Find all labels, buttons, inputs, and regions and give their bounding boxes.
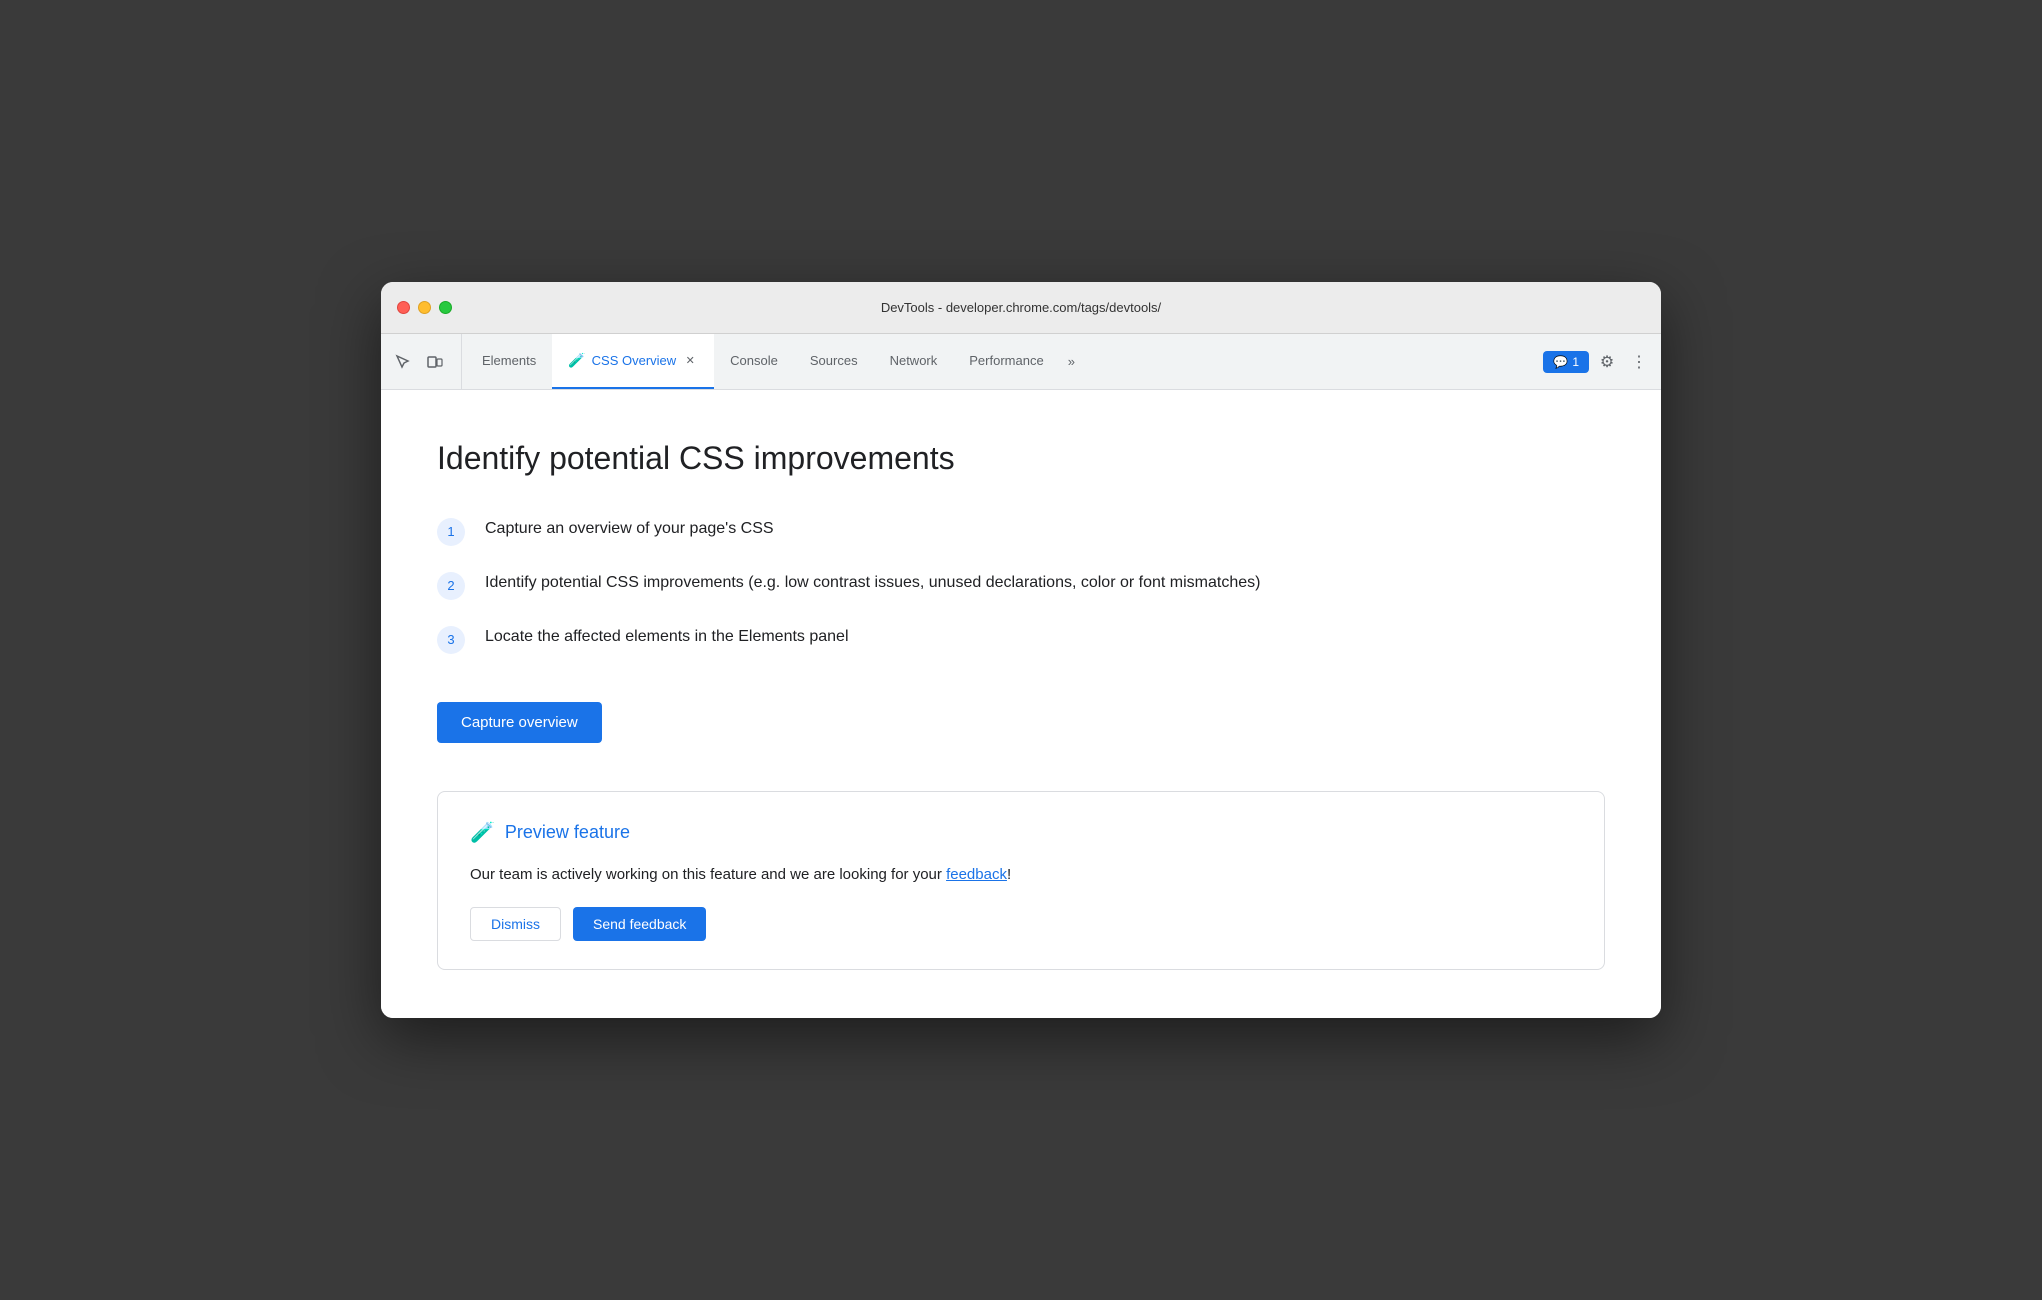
step-item-3: 3 Locate the affected elements in the El… bbox=[437, 624, 1605, 654]
notification-icon: 💬 bbox=[1553, 355, 1568, 369]
close-button[interactable] bbox=[397, 301, 410, 314]
tab-close-button[interactable]: ✕ bbox=[682, 353, 698, 369]
devtools-window: DevTools - developer.chrome.com/tags/dev… bbox=[381, 282, 1661, 1018]
devtools-toolbar: Elements 🧪 CSS Overview ✕ Console Source… bbox=[381, 334, 1661, 390]
step-number-2: 2 bbox=[437, 572, 465, 600]
tabs-area: Elements 🧪 CSS Overview ✕ Console Source… bbox=[466, 334, 1535, 389]
more-tabs-button[interactable]: » bbox=[1060, 334, 1083, 389]
tab-elements[interactable]: Elements bbox=[466, 334, 552, 389]
inspect-element-button[interactable] bbox=[389, 348, 417, 376]
send-feedback-button[interactable]: Send feedback bbox=[573, 907, 706, 941]
device-icon bbox=[427, 354, 443, 370]
feedback-link[interactable]: feedback bbox=[946, 866, 1007, 883]
tab-sources[interactable]: Sources bbox=[794, 334, 874, 389]
gear-icon: ⚙ bbox=[1600, 352, 1614, 372]
toolbar-right: 💬 1 ⚙ ⋮ bbox=[1535, 334, 1653, 389]
preview-flask-icon: 🧪 bbox=[470, 820, 495, 845]
step-number-1: 1 bbox=[437, 518, 465, 546]
tab-performance[interactable]: Performance bbox=[953, 334, 1059, 389]
notification-button[interactable]: 💬 1 bbox=[1543, 351, 1589, 373]
preview-header: 🧪 Preview feature bbox=[470, 820, 1572, 845]
tab-network[interactable]: Network bbox=[874, 334, 954, 389]
settings-button[interactable]: ⚙ bbox=[1593, 348, 1621, 376]
step-number-3: 3 bbox=[437, 626, 465, 654]
preview-text-after: ! bbox=[1007, 866, 1011, 883]
more-options-button[interactable]: ⋮ bbox=[1625, 348, 1653, 376]
step-text-1: Capture an overview of your page's CSS bbox=[485, 516, 774, 542]
preview-title: Preview feature bbox=[505, 822, 630, 843]
toolbar-icons bbox=[389, 334, 462, 389]
page-title: Identify potential CSS improvements bbox=[437, 438, 1605, 480]
title-bar: DevTools - developer.chrome.com/tags/dev… bbox=[381, 282, 1661, 334]
minimize-button[interactable] bbox=[418, 301, 431, 314]
dismiss-button[interactable]: Dismiss bbox=[470, 907, 561, 941]
window-title: DevTools - developer.chrome.com/tags/dev… bbox=[397, 300, 1645, 315]
cursor-icon bbox=[395, 354, 411, 370]
flask-icon: 🧪 bbox=[568, 352, 585, 369]
vertical-dots-icon: ⋮ bbox=[1631, 352, 1647, 372]
step-text-3: Locate the affected elements in the Elem… bbox=[485, 624, 849, 650]
traffic-lights bbox=[397, 301, 452, 314]
step-item-2: 2 Identify potential CSS improvements (e… bbox=[437, 570, 1605, 600]
step-item-1: 1 Capture an overview of your page's CSS bbox=[437, 516, 1605, 546]
tab-css-overview[interactable]: 🧪 CSS Overview ✕ bbox=[552, 334, 714, 389]
steps-list: 1 Capture an overview of your page's CSS… bbox=[437, 516, 1605, 654]
device-toolbar-button[interactable] bbox=[421, 348, 449, 376]
tab-console[interactable]: Console bbox=[714, 334, 794, 389]
maximize-button[interactable] bbox=[439, 301, 452, 314]
step-text-2: Identify potential CSS improvements (e.g… bbox=[485, 570, 1260, 596]
preview-buttons: Dismiss Send feedback bbox=[470, 907, 1572, 941]
main-content: Identify potential CSS improvements 1 Ca… bbox=[381, 390, 1661, 1018]
capture-overview-button[interactable]: Capture overview bbox=[437, 702, 602, 743]
preview-feature-box: 🧪 Preview feature Our team is actively w… bbox=[437, 791, 1605, 970]
preview-text-before: Our team is actively working on this fea… bbox=[470, 866, 946, 883]
preview-description: Our team is actively working on this fea… bbox=[470, 863, 1572, 887]
